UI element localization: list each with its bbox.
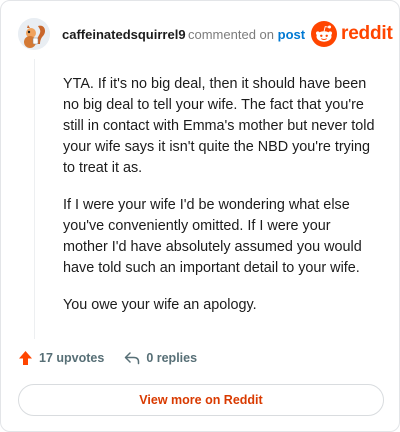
reply-button[interactable]: 0 replies — [124, 351, 197, 365]
reply-count: 0 replies — [146, 351, 198, 365]
view-more-button[interactable]: View more on Reddit — [18, 384, 384, 416]
post-link[interactable]: post — [278, 27, 305, 42]
upvote-count: 17 upvotes — [39, 351, 105, 365]
comment-body: YTA. If it's no big deal, then it should… — [63, 74, 375, 332]
commented-on-text: commented on — [188, 27, 274, 42]
upvote-button[interactable]: 17 upvotes — [18, 350, 104, 366]
reddit-logo[interactable]: reddit — [311, 20, 393, 48]
avatar[interactable] — [18, 18, 50, 50]
comment-paragraph: You owe your wife an apology. — [63, 297, 257, 313]
upvote-arrow-icon — [19, 351, 32, 365]
reddit-alien-icon — [311, 21, 337, 47]
comment-paragraph: YTA. If it's no big deal, then it should… — [63, 76, 375, 176]
avatar-squirrel-icon — [18, 18, 50, 50]
comment-meta: commented on post — [188, 27, 305, 42]
reddit-wordmark: reddit — [341, 23, 393, 44]
comment-actions: 17 upvotes 0 replies — [18, 350, 197, 366]
thread-line — [34, 59, 35, 339]
username[interactable]: caffeinatedsquirrel9 — [62, 27, 186, 42]
comment-paragraph: If I were your wife I'd be wondering wha… — [63, 197, 362, 276]
reply-icon — [125, 352, 140, 365]
comment-embed-card: caffeinatedsquirrel9 commented on post r… — [0, 0, 400, 432]
